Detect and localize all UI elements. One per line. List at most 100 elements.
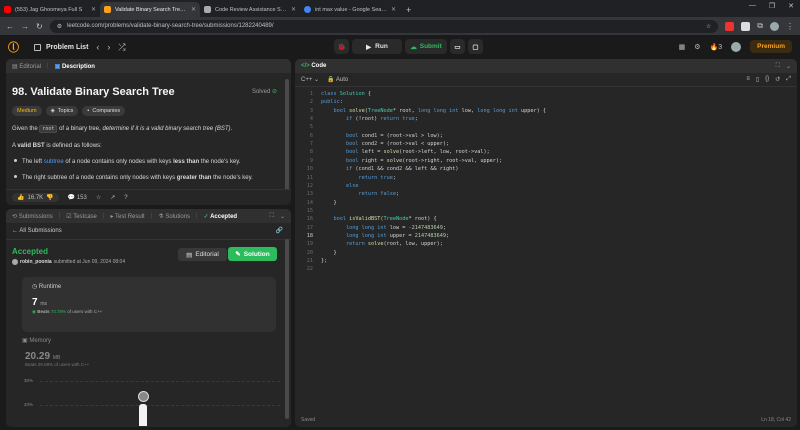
reload-icon[interactable]: ↻ [36, 22, 43, 31]
tab-test-result[interactable]: ▸ Test Result [110, 213, 144, 220]
problem-list-button[interactable]: Problem List [34, 43, 88, 51]
profile-avatar[interactable] [770, 21, 779, 31]
maximize-icon[interactable]: ⛶ [270, 213, 274, 220]
code-line[interactable]: bool right = solve(root->right, root->va… [321, 158, 502, 164]
tab-code[interactable]: </> Code [301, 63, 326, 69]
code-line[interactable]: bool cond1 = (root->val > low); [321, 133, 443, 139]
share-icon[interactable]: ↗ [110, 194, 115, 201]
maximize-icon[interactable]: ⛶ [776, 63, 780, 70]
code-line[interactable]: else [321, 183, 359, 189]
comments-button[interactable]: 💬 153 [68, 194, 87, 201]
all-submissions-link[interactable]: ← All Submissions [12, 228, 62, 234]
chevron-down-icon[interactable]: ⌄ [786, 63, 791, 70]
code-line[interactable]: } [321, 200, 336, 206]
discuss-button[interactable]: ▢ [468, 39, 483, 54]
minimize-icon[interactable]: — [749, 2, 756, 10]
next-problem-icon[interactable]: › [107, 42, 110, 52]
code-line[interactable]: long long int upper = 2147483649; [321, 233, 449, 239]
extensions-puzzle-icon[interactable]: ⧉ [757, 21, 763, 31]
premium-button[interactable]: Premium [750, 40, 792, 53]
debug-button[interactable]: 🐞 [334, 39, 349, 54]
braces-icon[interactable]: {} [765, 76, 769, 83]
layout-icon[interactable]: ▦ [679, 43, 686, 51]
scrollbar[interactable] [285, 79, 289, 199]
code-line[interactable]: public: [321, 99, 343, 105]
language-select[interactable]: C++ ⌄ [301, 76, 319, 83]
site-info-icon[interactable]: ⚙ [57, 23, 62, 30]
close-icon[interactable]: ✕ [191, 6, 196, 13]
autocomplete-toggle[interactable]: 🔒 Auto [327, 76, 348, 83]
code-line[interactable]: bool cond2 = (root->val < upper); [321, 141, 449, 147]
tab-solutions[interactable]: ⚗ Solutions [158, 213, 190, 220]
browser-tab[interactable]: int max value - Google Search ✕ [300, 2, 400, 17]
topics-tag[interactable]: ◈ Topics [45, 106, 79, 116]
browser-tab[interactable]: Code Review Assistance System ✕ [200, 2, 300, 17]
line-number: 19 [306, 241, 313, 248]
code-line[interactable]: bool left = solve(root->left, low, root-… [321, 149, 490, 155]
run-button[interactable]: ▶ Run [352, 39, 402, 54]
browser-tab[interactable]: (553) Jag Ghoomeya Full S ✕ [0, 2, 100, 17]
close-window-icon[interactable]: ✕ [788, 2, 794, 10]
line-number: 4 [309, 116, 313, 123]
browser-tab-active[interactable]: Validate Binary Search Tree - Le ✕ [100, 2, 200, 17]
help-icon[interactable]: ? [124, 195, 127, 201]
maximize-icon[interactable]: ❐ [769, 2, 775, 10]
favorite-icon[interactable]: ☆ [96, 194, 101, 201]
tab-submissions[interactable]: ⟲ Submissions [12, 213, 53, 220]
menu-kebab-icon[interactable]: ⋮ [786, 22, 794, 31]
back-icon[interactable]: ← [6, 22, 14, 31]
tab-editorial[interactable]: ▤ Editorial [12, 63, 41, 70]
notes-button[interactable]: ▭ [450, 39, 465, 54]
memory-label[interactable]: ▣ Memory [22, 337, 51, 344]
bookmark-icon[interactable]: ▯ [756, 76, 759, 83]
close-icon[interactable]: ✕ [91, 6, 96, 13]
reset-icon[interactable]: ↺ [775, 76, 780, 83]
code-line[interactable]: }; [321, 258, 327, 264]
bookmark-star-icon[interactable]: ☆ [706, 23, 711, 30]
runtime-card[interactable]: ◷ Runtime 7 ms ◉ Beats 73.78% of users w… [22, 277, 276, 332]
format-icon[interactable]: ≡ [746, 76, 750, 83]
shuffle-icon[interactable]: ⤮ [118, 42, 125, 53]
extension-icon[interactable] [725, 21, 735, 31]
leetcode-logo-icon[interactable]: ⓛ [8, 39, 22, 55]
settings-icon[interactable]: ⚙ [694, 43, 700, 51]
tab-testcase[interactable]: ☑ Testcase [66, 213, 97, 220]
scrollbar[interactable] [285, 239, 289, 419]
distribution-bar[interactable] [139, 404, 147, 426]
tab-accepted[interactable]: ✓ Accepted [204, 213, 238, 220]
tab-description[interactable]: ▣ Description [55, 63, 95, 70]
submit-button[interactable]: ☁ Submit [405, 39, 447, 54]
forward-icon[interactable]: → [21, 22, 29, 31]
copy-link-icon[interactable]: 🔗 [276, 227, 283, 234]
chevron-down-icon[interactable]: ⌄ [280, 213, 285, 220]
subtree-link[interactable]: subtree [44, 159, 64, 165]
solution-button[interactable]: ✎ Solution [228, 247, 277, 261]
new-tab-button[interactable]: + [406, 5, 411, 15]
code-line[interactable]: bool isValidBST(TreeNode* root) { [321, 216, 437, 222]
companies-tag[interactable]: ▪ Companies [82, 106, 126, 116]
code-line[interactable]: } [321, 250, 336, 256]
difficulty-tag[interactable]: Medium [12, 106, 42, 116]
code-line[interactable]: if (cond1 && cond2 && left && right) [321, 166, 458, 172]
url-input[interactable]: ⚙ leetcode.com/problems/validate-binary-s… [49, 19, 719, 33]
extension-icon[interactable] [741, 21, 751, 31]
edit-icon: ✎ [235, 251, 241, 258]
code-line[interactable]: return solve(root, low, upper); [321, 241, 443, 247]
code-line[interactable]: return true; [321, 175, 396, 181]
close-icon[interactable]: ✕ [291, 6, 296, 13]
close-icon[interactable]: ✕ [391, 6, 396, 13]
thumbs-down-icon[interactable]: 👎 [46, 194, 53, 201]
code-line[interactable]: long long int low = -2147483649; [321, 225, 446, 231]
code-editor[interactable]: 1 class Solution {2 public: 3 bool solve(Tr… [295, 91, 797, 391]
user-avatar[interactable] [731, 41, 742, 52]
editorial-button[interactable]: ▤ Editorial [178, 248, 227, 261]
code-line[interactable]: bool solve(TreeNode* root, long long int… [321, 108, 546, 114]
streak-counter[interactable]: 🔥3 [710, 43, 723, 51]
like-button[interactable]: 👍 16.7K 👎 [12, 193, 59, 202]
code-line[interactable]: return false; [321, 191, 399, 197]
code-line[interactable]: if (!root) return true; [321, 116, 418, 122]
code-line[interactable]: class Solution { [321, 91, 371, 97]
code-icon: </> [301, 63, 312, 69]
prev-problem-icon[interactable]: ‹ [96, 42, 99, 52]
expand-icon[interactable]: ⤢ [786, 76, 791, 83]
